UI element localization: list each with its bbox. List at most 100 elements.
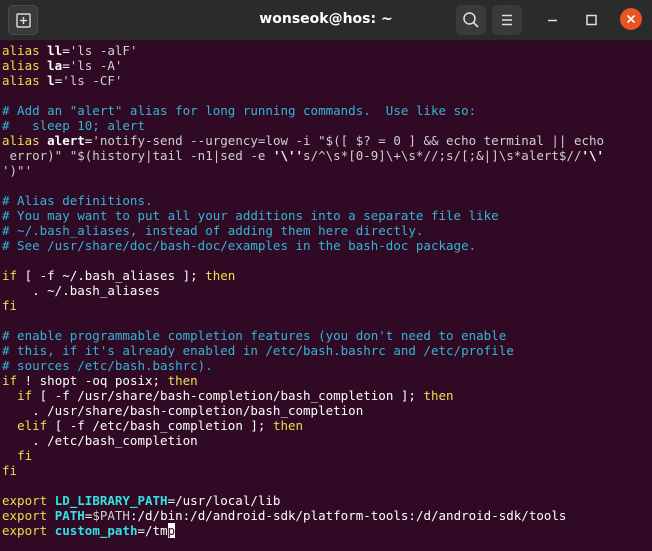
terminal-line: export PATH=$PATH:/d/bin:/d/android-sdk/… [2,508,566,523]
terminal-line: # You may want to put all your additions… [2,208,499,223]
terminal-line: # Alias definitions. [2,193,153,208]
terminal-token: :/d/bin:/d/android-sdk/platform-tools:/d… [129,508,567,523]
terminal-line: . /usr/share/bash-completion/bash_comple… [2,403,363,418]
terminal-line: # See /usr/share/doc/bash-doc/examples i… [2,238,476,253]
terminal-token: # Add an "alert" alias for long running … [2,103,477,118]
terminal-token: 'notify-send --urgency=low -i "$([ $? = … [92,133,605,148]
terminal-line: fi [2,298,17,313]
terminal-line: # enable programmable completion feature… [2,328,506,343]
terminal-token: PATH [54,508,85,523]
terminal-token: # You may want to put all your additions… [2,208,499,223]
minimize-icon [548,19,557,22]
terminal-token: ')"' [2,163,33,178]
terminal-token: . ~/.bash_aliases [2,283,161,298]
terminal-line: if [ -f /usr/share/bash-completion/bash_… [2,388,454,403]
terminal-line: error)" "$(history|tail -n1|sed -e '\''s… [2,148,605,163]
terminal-text-area[interactable]: alias ll='ls -alF' alias la='ls -A' alias … [2,43,650,549]
maximize-button[interactable] [576,5,606,35]
terminal-token: # Alias definitions. [2,193,153,208]
terminal-token: = [62,43,70,58]
terminal-line: . ~/.bash_aliases [2,283,160,298]
terminal-token: = [62,58,70,73]
close-icon [626,14,636,24]
terminal-line: fi [2,463,17,478]
terminal-token: # sleep 10; alert [2,118,145,133]
terminal-line: alias alert='notify-send --urgency=low -… [2,133,604,148]
terminal-line: if ! shopt -oq posix; then [2,373,198,388]
title-bar[interactable]: wonseok@hos: ~ [0,0,652,41]
terminal-line: # ~/.bash_aliases, instead of adding the… [2,223,423,238]
terminal-token: la [47,58,63,73]
terminal-line: export custom_path=/tmp [2,523,176,538]
terminal-token: 'ls -alF' [69,43,138,58]
terminal-token: then [205,268,236,283]
terminal-window: wonseok@hos: ~ alias ll='ls -alF' alias … [0,0,652,551]
terminal-token: . /etc/bash_completion [2,433,198,448]
hamburger-menu-icon [502,14,512,26]
terminal-token: alias [2,58,48,73]
terminal-line: alias l='ls -CF' [2,73,122,88]
terminal-token: custom_path [54,523,138,538]
terminal-token: export [2,523,55,538]
terminal-line: alias la='ls -A' [2,58,122,73]
terminal-token: export [2,493,55,508]
terminal-token: # ~/.bash_aliases, instead of adding the… [2,223,424,238]
terminal-token: if [17,388,33,403]
terminal-token: alert [47,133,85,148]
terminal-line: ')"' [2,163,32,178]
terminal-token: then [272,418,304,433]
terminal-token: if [2,373,18,388]
terminal-line: elif [ -f /etc/bash_completion ]; then [2,418,303,433]
terminal-token: s/^\s*[0-9]\+\s*//;s/[;&|]\s*alert$// [303,148,582,163]
minimize-button[interactable] [538,5,568,35]
terminal-token: [ -f /usr/share/bash-completion/bash_com… [32,388,424,403]
terminal-line: # sources /etc/bash.bashrc). [2,358,213,373]
terminal-token: export [2,508,55,523]
close-button[interactable] [620,8,642,30]
terminal-token: # this, if it's already enabled in /etc/… [2,343,514,358]
terminal-token: [ -f /etc/bash_completion ]; [47,418,273,433]
terminal-token: # sources /etc/bash.bashrc). [2,358,213,373]
terminal-token: ll [47,43,63,58]
terminal-token: alias [2,43,48,58]
terminal-token: 'ls -CF' [62,73,123,88]
terminal-token: # enable programmable completion feature… [2,328,507,343]
terminal-line: . /etc/bash_completion [2,433,198,448]
terminal-token: l [47,73,55,88]
terminal-token: =/usr/local/lib [167,493,281,508]
terminal-token: alias [2,133,48,148]
terminal-token: 'ls -A' [69,58,123,73]
terminal-token: fi [2,463,18,478]
maximize-icon [586,14,597,26]
terminal-token: ! shopt -oq posix; [17,373,168,388]
menu-button[interactable] [492,5,522,35]
terminal-token: $PATH [92,508,130,523]
terminal-token: [ -f ~/.bash_aliases ]; [17,268,206,283]
search-button[interactable] [456,5,486,35]
terminal-token: if [2,268,18,283]
terminal-token: fi [17,448,33,463]
terminal-token: # See /usr/share/doc/bash-doc/examples i… [2,238,477,253]
terminal-token: . /usr/share/bash-completion/bash_comple… [2,403,364,418]
terminal-token: '\' [581,148,605,163]
terminal-token: fi [2,298,18,313]
terminal-line: fi [2,448,32,463]
terminal-token: error)" "$(history|tail -n1|sed -e [2,148,273,163]
terminal-token: elif [17,418,48,433]
terminal-token: alias [2,73,48,88]
terminal-line: # sleep 10; alert [2,118,145,133]
terminal-line: # this, if it's already enabled in /etc/… [2,343,514,358]
search-icon [463,12,479,28]
text-cursor: p [167,523,176,538]
terminal-line: # Add an "alert" alias for long running … [2,103,476,118]
terminal-line: if [ -f ~/.bash_aliases ]; then [2,268,235,283]
terminal-token: '\'' [272,148,304,163]
terminal-token: then [167,373,198,388]
terminal-token: LD_LIBRARY_PATH [54,493,168,508]
terminal-token: then [423,388,454,403]
terminal-token: =/tm [137,523,168,538]
terminal-line: alias ll='ls -alF' [2,43,137,58]
